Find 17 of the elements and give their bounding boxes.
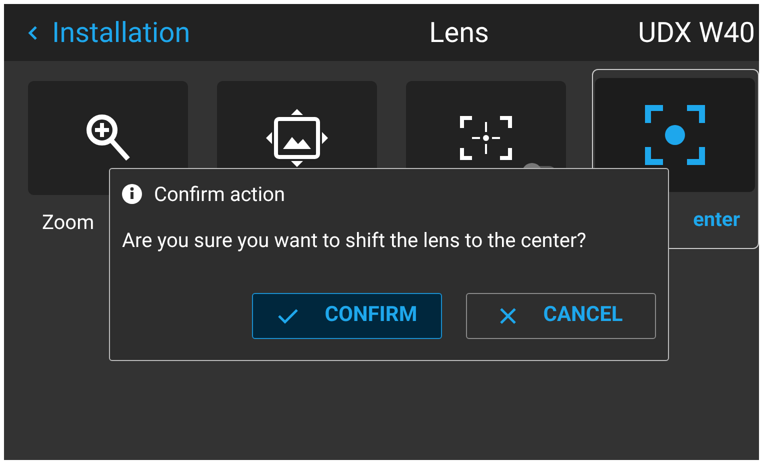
tile-label: Zoom	[42, 209, 94, 236]
dialog-message: Are you sure you want to shift the lens to the center?	[122, 227, 588, 254]
chevron-left-icon	[28, 24, 38, 40]
back-button[interactable]: Installation	[28, 12, 190, 54]
tile-label: enter	[693, 206, 740, 233]
dialog-title: Confirm action	[154, 181, 286, 208]
image-move-icon	[266, 109, 328, 167]
close-icon	[499, 307, 518, 325]
lens-tile[interactable]	[595, 78, 756, 192]
focus-frame-icon	[460, 116, 512, 160]
confirm-button[interactable]: CONFIRM	[252, 293, 442, 339]
page-title: Lens	[429, 14, 489, 50]
device-name: UDX W40	[638, 14, 755, 50]
cancel-button[interactable]: CANCEL	[466, 293, 656, 339]
center-target-icon	[645, 105, 706, 165]
info-icon	[122, 184, 142, 204]
check-icon	[276, 308, 299, 324]
